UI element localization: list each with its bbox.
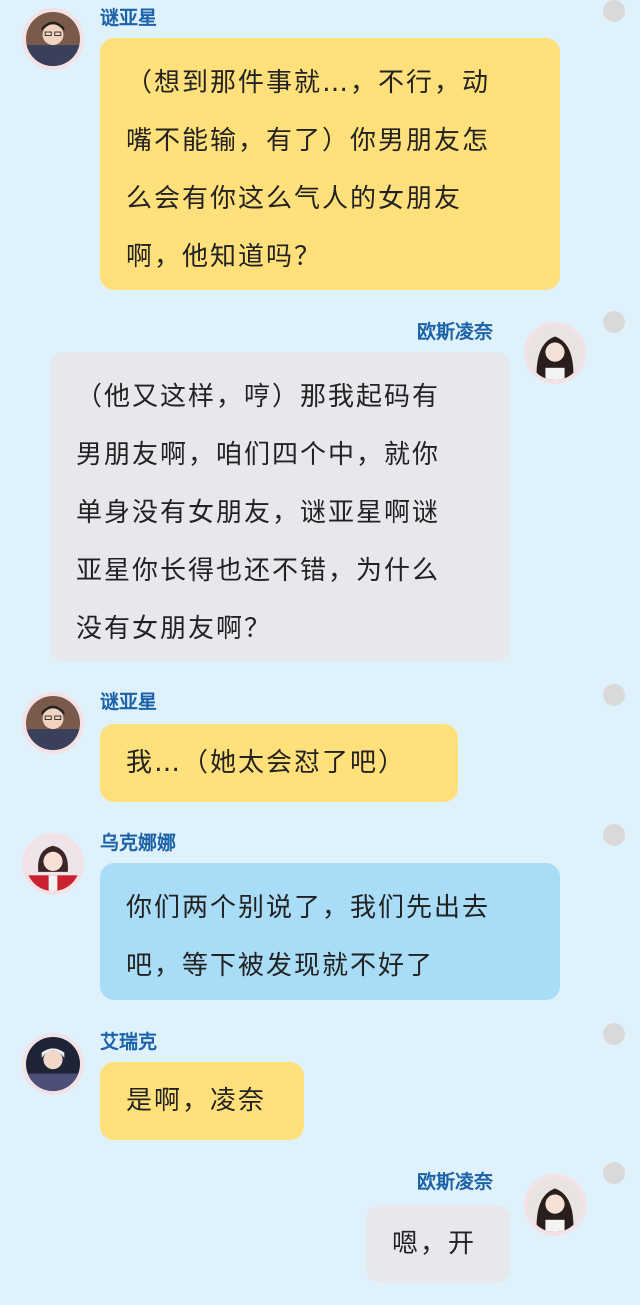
- message-line: 男朋友啊，咱们四个中，就你: [76, 440, 441, 470]
- status-dot: [603, 311, 625, 333]
- status-dot: [603, 1023, 625, 1045]
- message-bubble[interactable]: 你们两个别说了，我们先出去 吧，等下被发现就不好了: [100, 863, 560, 1000]
- status-dot: [603, 1162, 625, 1184]
- avatar-icon: [26, 12, 80, 66]
- message-line: 亚星你长得也还不错，为什么: [76, 556, 441, 586]
- message-bubble[interactable]: （他又这样，哼）那我起码有 男朋友啊，咱们四个中，就你 单身没有女朋友，谜亚星啊…: [50, 352, 510, 662]
- avatar-icon: [528, 326, 582, 380]
- message-line: 没有女朋友啊？: [76, 614, 273, 644]
- message-line: （想到那件事就…，不行，动: [126, 68, 491, 98]
- sender-name: 艾瑞克: [100, 1031, 158, 1053]
- avatar-icon: [26, 837, 80, 891]
- sender-name: 乌克娜娜: [100, 832, 177, 854]
- sender-name: 欧斯凌奈: [417, 1171, 494, 1193]
- avatar[interactable]: [22, 8, 84, 70]
- chat-log: 谜亚星 （想到那件事就…，不行，动 嘴不能输，有了）你男朋友怎 么会有你这么气人…: [0, 0, 640, 1305]
- message-bubble[interactable]: 是啊，凌奈: [100, 1062, 304, 1140]
- message-line: （他又这样，哼）那我起码有: [76, 382, 441, 412]
- message-line: 么会有你这么气人的女朋友: [126, 184, 463, 214]
- message-bubble[interactable]: 嗯，开: [366, 1205, 510, 1283]
- message-bubble[interactable]: 我…（她太会怼了吧）: [100, 724, 458, 802]
- avatar[interactable]: [22, 692, 84, 754]
- avatar-icon: [528, 1178, 582, 1232]
- status-dot: [603, 0, 625, 22]
- message-line: 单身没有女朋友，谜亚星啊谜: [76, 498, 441, 528]
- sender-name: 谜亚星: [100, 7, 158, 29]
- message-line: 啊，他知道吗？: [126, 242, 323, 272]
- message-line: 你们两个别说了，我们先出去: [126, 893, 491, 923]
- message-line: 嗯，开: [392, 1229, 477, 1259]
- avatar[interactable]: [22, 833, 84, 895]
- avatar[interactable]: [524, 1174, 586, 1236]
- avatar[interactable]: [524, 322, 586, 384]
- message-bubble[interactable]: （想到那件事就…，不行，动 嘴不能输，有了）你男朋友怎 么会有你这么气人的女朋友…: [100, 38, 560, 290]
- avatar[interactable]: [22, 1033, 84, 1095]
- status-dot: [603, 824, 625, 846]
- status-dot: [603, 684, 625, 706]
- message-line: 我…（她太会怼了吧）: [126, 748, 407, 778]
- message-line: 嘴不能输，有了）你男朋友怎: [126, 126, 491, 156]
- avatar-icon: [26, 696, 80, 750]
- message-line: 是啊，凌奈: [126, 1086, 267, 1116]
- sender-name: 欧斯凌奈: [417, 321, 494, 343]
- message-line: 吧，等下被发现就不好了: [126, 951, 435, 981]
- sender-name: 谜亚星: [100, 691, 158, 713]
- avatar-icon: [26, 1037, 80, 1091]
